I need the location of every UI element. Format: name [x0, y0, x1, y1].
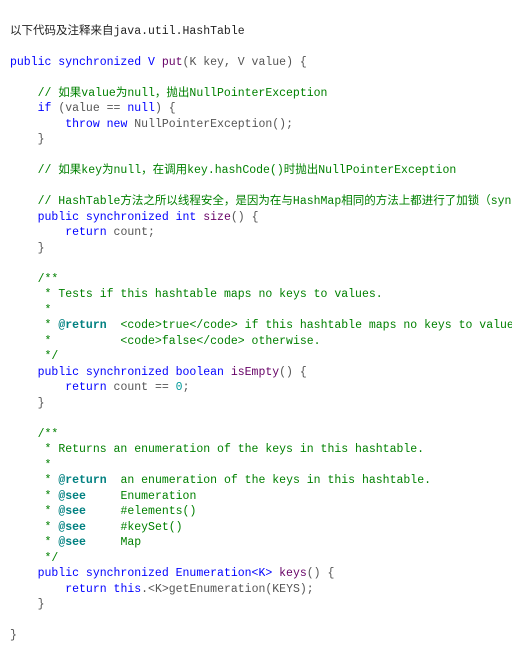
javadoc: */ [38, 552, 59, 565]
tag-see: @see [58, 505, 86, 518]
javadoc: * [38, 474, 59, 487]
comment: // 如果value为null，抛出NullPointerException [10, 87, 327, 100]
kw-return: return [65, 226, 106, 239]
args: () { [279, 366, 307, 379]
fn-name: isEmpty [231, 366, 279, 379]
tag-return: @return [58, 319, 106, 332]
fn-name: size [203, 211, 231, 224]
keywords: public synchronized int [38, 211, 204, 224]
javadoc: * [38, 505, 59, 518]
javadoc: * [38, 536, 59, 549]
stmt: count; [107, 226, 155, 239]
keywords: public synchronized boolean [38, 366, 231, 379]
close: ) { [155, 102, 176, 115]
keywords: public synchronized Enumeration<K> [38, 567, 280, 580]
tag-see: @see [58, 521, 86, 534]
tag-return: @return [58, 474, 106, 487]
num-zero: 0 [176, 381, 183, 394]
javadoc: * [38, 521, 59, 534]
kw-return: return [65, 583, 106, 596]
javadoc: * [38, 459, 52, 472]
javadoc: * [38, 319, 59, 332]
fn-name: keys [279, 567, 307, 580]
comment: // HashTable方法之所以线程安全，是因为在与HashMap相同的方法上… [10, 195, 512, 208]
brace: } [38, 598, 45, 611]
call: .<K>getEnumeration(KEYS); [141, 583, 314, 596]
header-text: 以下代码及注释来自java.util.HashTable [10, 25, 245, 38]
javadoc: * <code>false</code> otherwise. [38, 335, 321, 348]
javadoc: Enumeration [86, 490, 196, 503]
tag-see: @see [58, 536, 86, 549]
javadoc: an enumeration of the keys in this hasht… [107, 474, 431, 487]
keywords: public synchronized V [10, 56, 162, 69]
javadoc: * [38, 304, 52, 317]
javadoc: * [38, 490, 59, 503]
javadoc: <code>true</code> if this hashtable maps… [107, 319, 512, 332]
brace: } [38, 242, 45, 255]
semi: ; [183, 381, 190, 394]
tag-see: @see [58, 490, 86, 503]
cond: (value == [51, 102, 127, 115]
fn-name: put [162, 56, 183, 69]
args: () { [231, 211, 259, 224]
args: (K key, V value) { [183, 56, 307, 69]
javadoc: #keySet() [86, 521, 183, 534]
code-block: 以下代码及注释来自java.util.HashTable public sync… [0, 0, 512, 652]
javadoc: * Returns an enumeration of the keys in … [38, 443, 424, 456]
expr: count == [107, 381, 176, 394]
kw-throw: throw [65, 118, 100, 131]
kw-null: null [127, 102, 155, 115]
comment: // 如果key为null，在调用key.hashCode()时抛出NullPo… [10, 164, 456, 177]
kw-new: new [107, 118, 128, 131]
javadoc: /** [38, 273, 59, 286]
kw-return: return [65, 381, 106, 394]
args: () { [307, 567, 335, 580]
kw-this: this [114, 583, 142, 596]
javadoc: /** [38, 428, 59, 441]
brace: } [10, 629, 17, 642]
javadoc: */ [38, 350, 59, 363]
javadoc: #elements() [86, 505, 196, 518]
brace: } [38, 133, 45, 146]
ex: NullPointerException(); [127, 118, 293, 131]
javadoc: * Tests if this hashtable maps no keys t… [38, 288, 383, 301]
javadoc: Map [86, 536, 141, 549]
brace: } [38, 397, 45, 410]
kw-if: if [38, 102, 52, 115]
sp [107, 583, 114, 596]
